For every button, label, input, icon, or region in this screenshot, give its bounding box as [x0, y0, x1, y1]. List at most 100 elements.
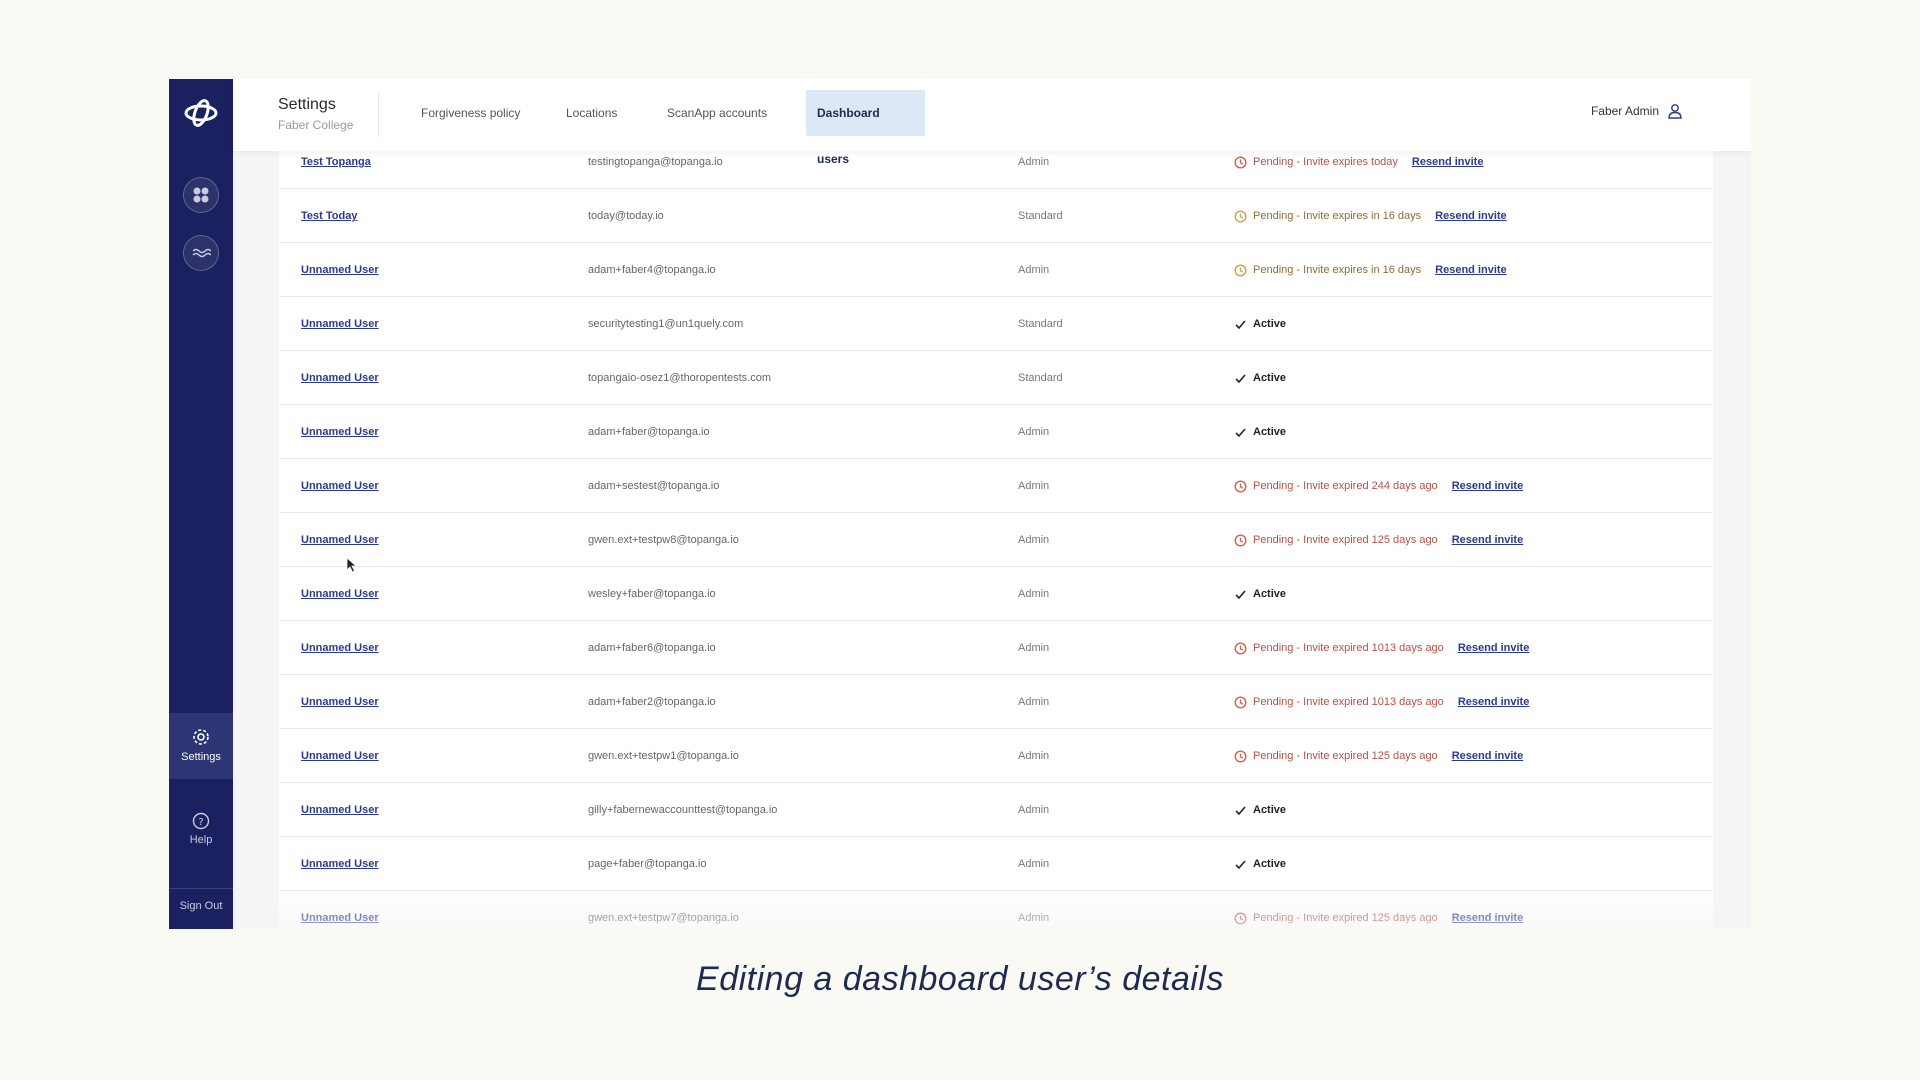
user-email: adam+faber2@topanga.io: [588, 696, 716, 708]
user-name-link[interactable]: Unnamed User: [301, 351, 379, 405]
sign-out-button[interactable]: Sign Out: [169, 900, 233, 912]
resend-invite-link[interactable]: Resend invite: [1435, 189, 1507, 243]
user-role: Admin: [1018, 858, 1050, 870]
resend-invite-link[interactable]: Resend invite: [1452, 891, 1524, 929]
resend-invite-link[interactable]: Resend invite: [1452, 729, 1524, 783]
clock-icon: [1234, 263, 1247, 277]
user-name-link[interactable]: Unnamed User: [301, 567, 379, 621]
table-row: Unnamed User page+faber@topanga.io Admin Ac…: [279, 837, 1713, 891]
user-email: topangaio-osez1@thoropentests.com: [588, 372, 771, 384]
table-row: Unnamed User securitytesting1@un1quely.co…: [279, 297, 1713, 351]
users-table: Test Topanga testingtopanga@topanga.io Adm…: [279, 151, 1713, 929]
clock-icon: [1234, 533, 1247, 547]
user-name-link[interactable]: Unnamed User: [301, 297, 379, 351]
clock-icon: [1234, 749, 1247, 763]
user-menu[interactable]: Faber Admin: [1591, 103, 1683, 119]
table-row: Unnamed User wesley+faber@topanga.io Admin…: [279, 567, 1713, 621]
table-row: Unnamed User adam+sestest@topanga.io Admin…: [279, 459, 1713, 513]
status-text: Active: [1253, 318, 1287, 330]
tab-forgiveness-policy[interactable]: Forgiveness policy: [410, 90, 531, 136]
status-text: Active: [1253, 426, 1287, 438]
user-status: Active: [1234, 837, 1286, 891]
svg-text:?: ?: [198, 817, 203, 828]
sidebar-help-label: Help: [189, 834, 213, 846]
user-status: Active: [1234, 567, 1286, 621]
resend-invite-link[interactable]: Resend invite: [1452, 513, 1524, 567]
clock-icon: [1234, 695, 1247, 709]
user-role: Admin: [1018, 156, 1050, 168]
user-name-link[interactable]: Test Topanga: [301, 151, 371, 189]
waves-nav-button[interactable]: [183, 235, 219, 271]
tab-scanapp-accounts[interactable]: ScanApp accounts: [656, 90, 778, 136]
status-text: Active: [1253, 858, 1287, 870]
status-text: Active: [1253, 804, 1287, 816]
status-text: Pending - Invite expires in 16 days: [1253, 264, 1422, 276]
user-status: Active: [1234, 783, 1286, 837]
user-email: today@today.io: [588, 210, 664, 222]
user-status: Active: [1234, 297, 1286, 351]
check-icon: [1235, 373, 1246, 383]
sidebar: Settings ? Help Sign Out: [169, 79, 233, 929]
user-status: Pending - Invite expired 1013 days ago Re…: [1234, 621, 1529, 675]
tab-dashboard-users[interactable]: Dashboard users: [806, 90, 925, 166]
sidebar-item-settings[interactable]: Settings: [169, 713, 233, 779]
clock-icon: [1234, 155, 1247, 169]
user-name-link[interactable]: Unnamed User: [301, 891, 379, 929]
table-row: Unnamed User adam+faber6@topanga.io Admin P…: [279, 621, 1713, 675]
tab-locations[interactable]: Locations: [555, 90, 628, 136]
status-text: Pending - Invite expired 125 days ago: [1253, 534, 1438, 546]
user-status: Pending - Invite expires in 16 days Resen…: [1234, 243, 1507, 297]
user-role: Standard: [1018, 372, 1063, 384]
user-status: Pending - Invite expired 1013 days ago Re…: [1234, 675, 1529, 729]
check-icon: [1235, 589, 1246, 599]
clock-icon: [1234, 641, 1247, 655]
status-text: Pending - Invite expired 1013 days ago: [1253, 696, 1444, 708]
user-name-link[interactable]: Unnamed User: [301, 621, 379, 675]
user-name-link[interactable]: Unnamed User: [301, 783, 379, 837]
caption: Editing a dashboard user’s details: [696, 960, 1224, 998]
sidebar-settings-label: Settings: [181, 751, 221, 763]
user-name-link[interactable]: Unnamed User: [301, 459, 379, 513]
user-name-link[interactable]: Unnamed User: [301, 513, 379, 567]
waves-icon: [192, 248, 211, 258]
gear-icon: [193, 729, 209, 745]
sidebar-item-help[interactable]: ? Help: [169, 812, 233, 862]
user-status: Pending - Invite expires today Resend inv…: [1234, 151, 1483, 189]
user-name-link[interactable]: Unnamed User: [301, 675, 379, 729]
resend-invite-link[interactable]: Resend invite: [1452, 459, 1524, 513]
dashboard-nav-button[interactable]: [183, 177, 219, 213]
user-status: Pending - Invite expired 244 days ago Res…: [1234, 459, 1523, 513]
grid-icon: [193, 187, 209, 203]
page-title: Settings: [278, 96, 336, 113]
user-name-link[interactable]: Unnamed User: [301, 405, 379, 459]
resend-invite-link[interactable]: Resend invite: [1435, 243, 1507, 297]
question-icon: ?: [192, 812, 210, 830]
user-name-link[interactable]: Unnamed User: [301, 729, 379, 783]
clock-icon: [1234, 911, 1247, 925]
status-text: Pending - Invite expired 1013 days ago: [1253, 642, 1444, 654]
user-email: gilly+fabernewaccounttest@topanga.io: [588, 804, 778, 816]
user-name-link[interactable]: Test Today: [301, 189, 357, 243]
user-name-link[interactable]: Unnamed User: [301, 243, 379, 297]
user-name-link[interactable]: Unnamed User: [301, 837, 379, 891]
resend-invite-link[interactable]: Resend invite: [1458, 621, 1530, 675]
table-row: Unnamed User adam+faber2@topanga.io Admin P…: [279, 675, 1713, 729]
check-icon: [1235, 319, 1246, 329]
user-email: gwen.ext+testpw1@topanga.io: [588, 750, 739, 762]
table-row: Unnamed User gilly+fabernewaccounttest@to…: [279, 783, 1713, 837]
user-role: Admin: [1018, 804, 1050, 816]
resend-invite-link[interactable]: Resend invite: [1412, 151, 1484, 189]
resend-invite-link[interactable]: Resend invite: [1458, 675, 1530, 729]
table-row: Test Topanga testingtopanga@topanga.io Adm…: [279, 151, 1713, 189]
user-email: testingtopanga@topanga.io: [588, 156, 723, 168]
user-role: Admin: [1018, 534, 1050, 546]
organization-name: Faber College: [278, 118, 354, 132]
user-email: adam+faber6@topanga.io: [588, 642, 716, 654]
app-window: Settings ? Help Sign Out Settings Faber …: [169, 79, 1751, 929]
user-email: adam+sestest@topanga.io: [588, 480, 720, 492]
logo-icon[interactable]: [181, 93, 221, 133]
status-text: Pending - Invite expires today: [1253, 156, 1398, 168]
user-role: Admin: [1018, 588, 1050, 600]
table-row: Unnamed User gwen.ext+testpw1@topanga.io A…: [279, 729, 1713, 783]
table-row: Unnamed User gwen.ext+testpw7@topanga.io A…: [279, 891, 1713, 929]
